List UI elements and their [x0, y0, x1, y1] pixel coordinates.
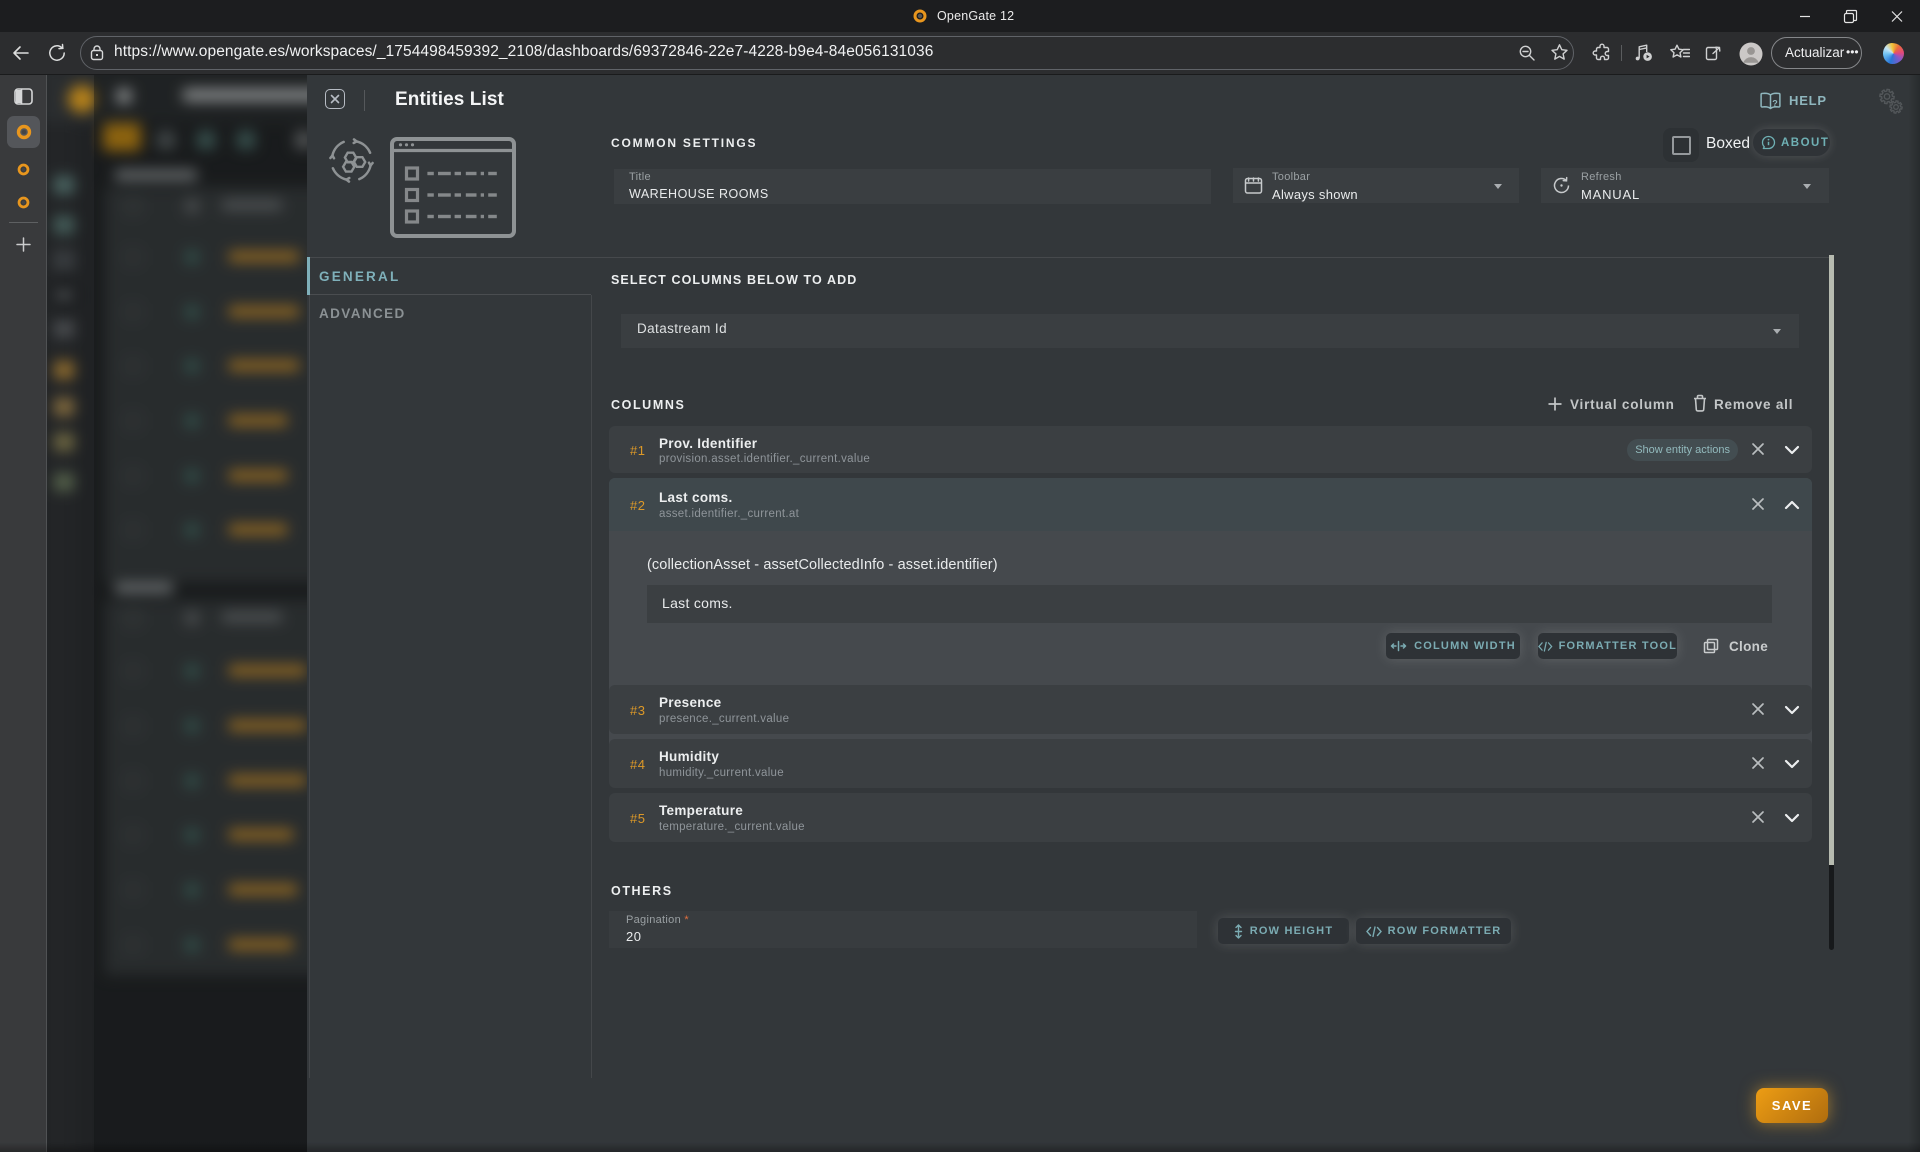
- svg-text:?: ?: [1772, 99, 1778, 109]
